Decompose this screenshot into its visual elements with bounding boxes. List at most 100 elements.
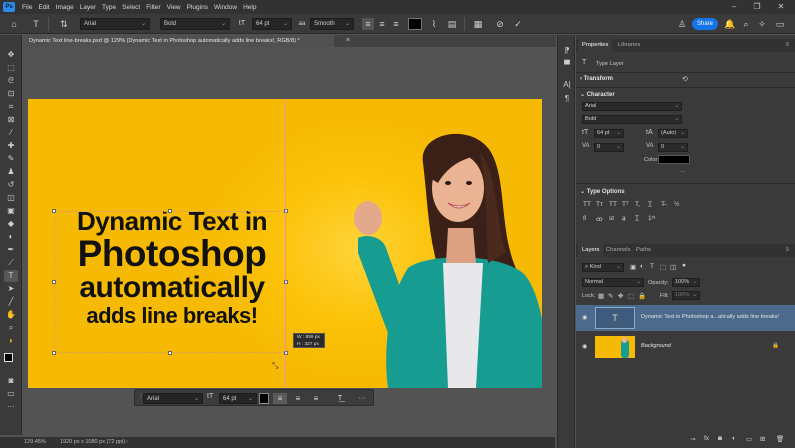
eyedropper-tool-icon[interactable]: ⁄	[4, 127, 18, 139]
filter-toggle-icon[interactable]: ●	[682, 262, 686, 269]
text-orientation-icon[interactable]: ⇅	[58, 18, 70, 30]
color-swatches[interactable]	[4, 353, 18, 366]
adjustment-layer-icon[interactable]: ◐	[732, 435, 736, 442]
reset-transform-icon[interactable]: ⟲	[682, 75, 688, 83]
superscript-icon[interactable]: T,	[635, 201, 640, 208]
ligature-icon[interactable]: fi	[583, 215, 586, 222]
new-layer-icon[interactable]: ⊞	[760, 435, 765, 443]
zoom-level[interactable]: 129.45%	[24, 437, 46, 448]
font-family-select[interactable]: Arial ⌄	[80, 18, 150, 30]
tab-layers[interactable]: Layers	[578, 244, 604, 257]
menu-window[interactable]: Window	[211, 4, 240, 11]
ctx-more-button[interactable]: ···	[355, 393, 369, 404]
tab-properties[interactable]: Properties	[578, 39, 613, 52]
edit-toolbar-icon[interactable]: ···	[4, 401, 18, 413]
type-tool-icon[interactable]: T	[4, 270, 18, 282]
character-icon[interactable]: A|	[561, 79, 573, 90]
close-tab-icon[interactable]: ×	[346, 35, 350, 47]
new-group-icon[interactable]: ▭	[746, 435, 752, 443]
menu-file[interactable]: File	[19, 4, 35, 11]
layer-filter-select[interactable]: ⌕ Kind ⌄	[582, 263, 624, 272]
transform-section[interactable]: › Transform	[580, 76, 613, 82]
lock-all-icon[interactable]: 🔒	[638, 292, 646, 300]
all-caps-icon[interactable]: TT	[609, 201, 617, 208]
stamp-tool-icon[interactable]: ♟	[4, 166, 18, 178]
font-size-select[interactable]: 64 pt ⌄	[252, 18, 292, 30]
status-chevron-icon[interactable]: ›	[126, 437, 128, 448]
hand-tool-icon[interactable]: ✋	[4, 309, 18, 321]
link-layers-icon[interactable]: ⊸	[690, 435, 695, 443]
resize-handle[interactable]	[168, 351, 172, 355]
search-icon[interactable]: ⌕	[740, 18, 752, 30]
menu-filter[interactable]: Filter	[143, 4, 163, 11]
menu-type[interactable]: Type	[99, 4, 119, 11]
path-select-tool-icon[interactable]: ➤	[4, 283, 18, 295]
ctx-color-swatch[interactable]	[259, 393, 269, 404]
filter-shape-icon[interactable]: ⬚	[660, 263, 666, 271]
eraser-tool-icon[interactable]: ◫	[4, 192, 18, 204]
gradient-tool-icon[interactable]: ▣	[4, 205, 18, 217]
swash-icon[interactable]: st	[609, 215, 614, 222]
share-button[interactable]: Share	[692, 18, 718, 30]
leading-select[interactable]: (Auto) ⌄	[658, 129, 688, 138]
pencil-tool-icon[interactable]: ⟋	[4, 257, 18, 269]
lasso-tool-icon[interactable]: ᘓ	[4, 75, 18, 87]
line-tool-icon[interactable]: ╱	[4, 296, 18, 308]
kerning-select[interactable]: 0 ⌄	[594, 143, 624, 152]
sparkle-icon[interactable]: ✧	[756, 18, 768, 30]
drag-handle-icon[interactable]: ⋮	[138, 393, 144, 404]
fraction-icon[interactable]: ½	[674, 201, 679, 208]
ctx-font-family-select[interactable]: Arial ⌄	[143, 393, 203, 404]
filter-adjustment-icon[interactable]: ◐	[640, 263, 644, 270]
text-color-swatch[interactable]	[408, 18, 422, 30]
layer-style-icon[interactable]: fx	[704, 435, 709, 442]
align-right-icon[interactable]: ≡	[390, 18, 402, 30]
restore-button[interactable]: ❐	[746, 0, 768, 14]
workspace-icon[interactable]: ▭	[774, 18, 786, 30]
ctx-type-options-icon[interactable]: T͟	[333, 393, 347, 404]
quick-mask-icon[interactable]: ◙	[4, 375, 18, 387]
document-tab[interactable]: Dynamic Text line-breaks.psd @ 129% (Dyn…	[26, 35, 334, 47]
character-more-button[interactable]: ···	[680, 169, 686, 175]
ctx-font-size-select[interactable]: 64 pt ⌄	[219, 393, 257, 404]
tab-paths[interactable]: Paths	[632, 244, 655, 257]
resize-handle[interactable]	[52, 351, 56, 355]
blur-tool-icon[interactable]: ◆	[4, 218, 18, 230]
tracking-select[interactable]: 0 ⌄	[658, 143, 688, 152]
layer-name[interactable]: Background	[641, 343, 671, 349]
anti-alias-select[interactable]: Smooth ⌄	[310, 18, 354, 30]
menu-select[interactable]: Select	[119, 4, 143, 11]
add-mask-icon[interactable]: ◙	[718, 435, 722, 442]
document-canvas[interactable]: Dynamic Text in Photoshop automatically …	[28, 99, 542, 388]
visibility-eye-icon[interactable]: ◉	[582, 343, 587, 350]
resize-handle[interactable]	[52, 280, 56, 284]
stylistic-alternates-icon[interactable]: a̱	[622, 215, 626, 222]
font-style-select[interactable]: Bold ⌄	[160, 18, 230, 30]
faux-bold-icon[interactable]: TT	[583, 201, 591, 208]
menu-image[interactable]: Image	[53, 4, 77, 11]
object-select-tool-icon[interactable]: ⊡	[4, 88, 18, 100]
opacity-field[interactable]: 100% ⌄	[672, 278, 700, 287]
warp-text-icon[interactable]: ⌇	[428, 18, 440, 30]
panel-menu-icon[interactable]: ≡	[781, 244, 793, 257]
prop-color-swatch[interactable]	[658, 155, 690, 164]
ctx-align-left-icon[interactable]: ≡	[273, 393, 287, 404]
underline-icon[interactable]: T̶	[661, 201, 665, 208]
layer-name[interactable]: Dynamic Text in Photoshop a...atically a…	[641, 314, 779, 320]
old-style-icon[interactable]: ꝏ	[596, 215, 603, 223]
layer-row-text[interactable]: ◉ T Dynamic Text in Photoshop a...atical…	[576, 305, 795, 331]
screen-mode-icon[interactable]: ▭	[4, 388, 18, 400]
comments-icon[interactable]: ▀	[561, 59, 573, 70]
pen-tool-icon[interactable]: ✒	[4, 244, 18, 256]
lock-artboard-icon[interactable]: ⬚	[628, 292, 634, 300]
ordinals-icon[interactable]: 1ˢᵗ	[648, 215, 655, 222]
layer-row-background[interactable]: ◉ Background 🔒	[576, 334, 795, 360]
paragraph-icon[interactable]: ¶	[561, 93, 573, 104]
history-brush-tool-icon[interactable]: ↺	[4, 179, 18, 191]
home-icon[interactable]: ⌂	[8, 18, 20, 30]
subscript-icon[interactable]: T̲	[648, 201, 652, 208]
quick-action-icon[interactable]: ◗	[4, 335, 18, 347]
tab-channels[interactable]: Channels	[602, 244, 635, 257]
healing-brush-tool-icon[interactable]: ✚	[4, 140, 18, 152]
text-bounding-box[interactable]	[52, 209, 288, 355]
